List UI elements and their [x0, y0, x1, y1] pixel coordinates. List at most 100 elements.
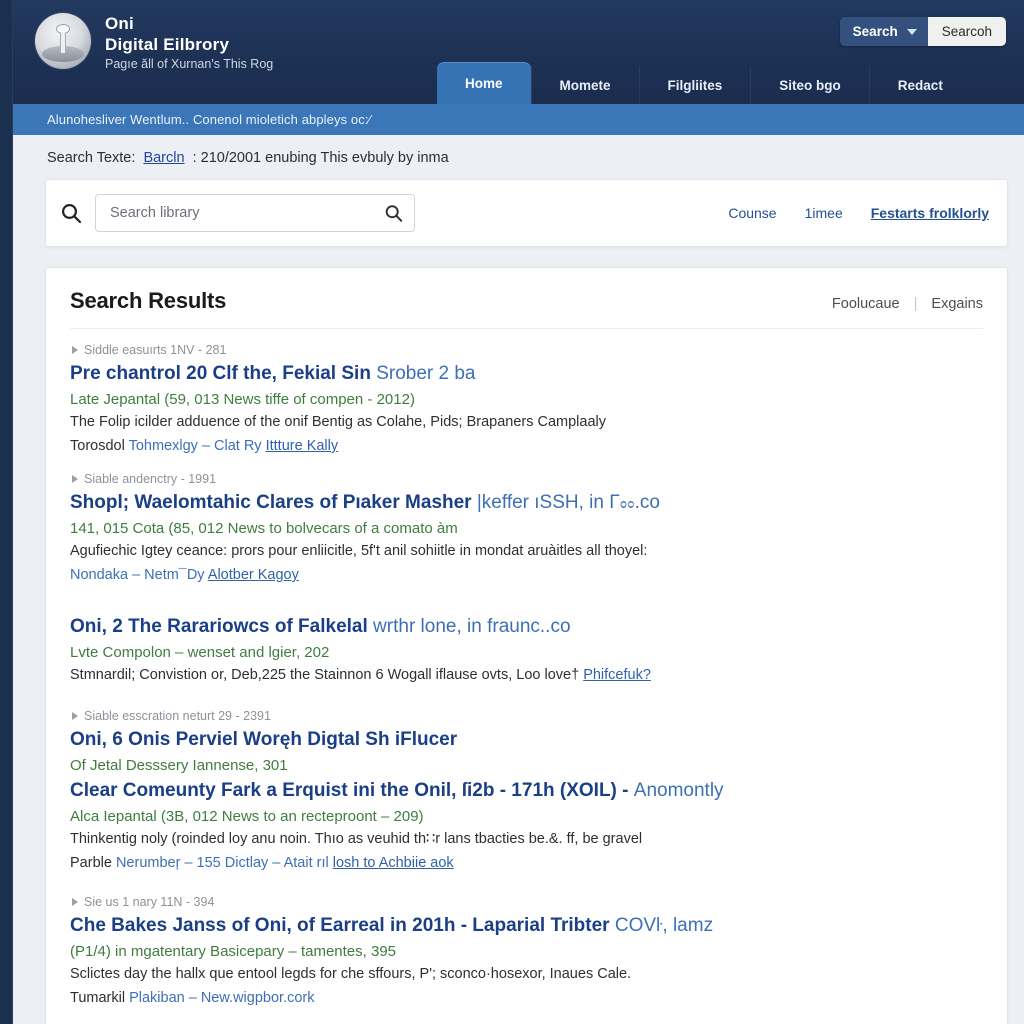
tab-siteo-bgo[interactable]: Siteo bgo	[750, 66, 869, 104]
tab-momete[interactable]: Momete	[530, 66, 639, 104]
search-link-1imee[interactable]: 1imee	[805, 205, 843, 221]
result-title-tail: |keffer ıSSH, in Γೲ.co	[476, 492, 660, 513]
search-panel: Counse 1imee Festarts frolklorly	[45, 179, 1008, 247]
header-search-button-label: Searcoh	[941, 24, 992, 39]
result-meta-text: Sie us 1 nary 11N - 394	[84, 895, 215, 909]
result-title-main: Oni, 6 Onis Perviel Woręh Digtal Sh iFlu…	[70, 729, 458, 750]
search-text-link[interactable]: Barcln	[143, 150, 184, 166]
brand[interactable]: Oni Digital Eilbrory Pagıe ăll of Xurnan…	[35, 13, 273, 73]
result-description: Agufiechic Igtey ceance: prors pour enli…	[70, 543, 648, 559]
browser-page: Oni Digital Eilbrory Pagıe ăll of Xurnan…	[12, 0, 1024, 1024]
result-title[interactable]: Shopl; Waelomtahic Clares of Pıaker Mash…	[70, 489, 983, 516]
site-header: Oni Digital Eilbrory Pagıe ăll of Xurnan…	[13, 0, 1024, 104]
results-action-foolucaue[interactable]: Foolucaue	[832, 296, 900, 312]
brand-line-2: Digital Eilbrory	[105, 35, 230, 54]
result-item[interactable]: Siddle easuırts 1NV - 281 Pre chantrol 2…	[70, 333, 983, 462]
result-meta: Siable esscration neturt 29 - 2391	[72, 709, 983, 723]
search-input-wrapper[interactable]	[95, 194, 415, 232]
search-text-label: Search Texte:	[47, 150, 136, 166]
expand-triangle-icon[interactable]	[72, 898, 78, 906]
page-title: Search Results	[70, 288, 227, 313]
search-submit-icon[interactable]	[384, 204, 403, 223]
result-description-link[interactable]: Phifcefuk?	[583, 667, 651, 683]
result-footer: Nondaka – Netm¯Dy Alotber Kagoy	[70, 563, 983, 587]
header-search-group[interactable]: Search Searcoh	[839, 17, 1006, 46]
results-panel: Search Results Foolucaue | Exgains Siddl…	[45, 267, 1008, 1024]
result-subtitle: Late Jepantal (59, 013 News tiffe of com…	[70, 391, 415, 408]
search-input[interactable]	[110, 205, 376, 221]
result-title-main: Oni, 2 The Rarariowcs of Falkelal	[70, 616, 368, 637]
result-subtitle: Lvte Compolon – wenset and lgier, 202	[70, 644, 330, 661]
results-header: Search Results Foolucaue | Exgains	[70, 288, 983, 329]
result-title[interactable]: Che Bakes Janss of Oni, of Earreal in 20…	[70, 912, 983, 939]
brand-line-1: Oni	[105, 14, 134, 33]
chevron-down-icon	[906, 28, 917, 35]
result-description: The Folip icilder adduence of the onif B…	[70, 414, 606, 430]
result-subtitle: (P1/4) in mgatentary Basicepary – tament…	[70, 943, 397, 960]
result-title-tail: Srober 2 ba	[376, 363, 476, 384]
result-footer-start: Tumarkil	[70, 990, 126, 1006]
result-item[interactable]: Siable esscration neturt 29 - 2391 Oni, …	[70, 691, 983, 879]
result-title-main: Pre chantrol 20 Clf the, Fekial Sin	[70, 363, 371, 384]
search-link-counse[interactable]: Counse	[728, 205, 776, 221]
primary-nav-tabs[interactable]: Home Momete Filgliites Siteo bgo Redact	[437, 62, 971, 104]
expand-triangle-icon[interactable]	[72, 475, 78, 483]
search-panel-links[interactable]: Counse 1imee Festarts frolklorly	[728, 205, 989, 221]
result-title-tail: COVŀ, lamz	[614, 915, 714, 936]
search-link-festarts-frolklorly[interactable]: Festarts frolklorly	[871, 205, 989, 221]
result-subtitle: 141, 015 Cota (85, 012 News to bolvecars…	[70, 520, 458, 537]
result-subtitle: Of Jetal Desssery Iannense, 301	[70, 757, 288, 774]
brand-text: Oni Digital Eilbrory Pagıe ăll of Xurnan…	[105, 13, 273, 73]
search-scope-label: Search	[852, 24, 898, 39]
search-text-line: Search Texte: Barcln : 210/2001 enubing …	[13, 135, 1024, 179]
result-meta: Siddle easuırts 1NV - 281	[72, 343, 983, 357]
result-title-tail: wrthr lone, in fraunc..co	[373, 616, 571, 637]
expand-triangle-icon[interactable]	[72, 712, 78, 720]
result-item[interactable]: Oni, 2 The Rarariowcs of Falkelal wrthr …	[70, 591, 983, 691]
header-search-button[interactable]: Searcoh	[927, 17, 1006, 46]
result-description: Thinkentig noly (roinded loy anu noin. T…	[70, 831, 643, 847]
tab-momete-label: Momete	[559, 77, 611, 93]
result-title[interactable]: Oni, 6 Onis Perviel Woręh Digtal Sh iFlu…	[70, 726, 983, 753]
result-meta-text: Siable andenctry - 1991	[84, 472, 217, 486]
result-title-secondary-tail: Anomontly	[633, 780, 724, 801]
result-title-secondary-main: Clear Comeunty Fark a Erquist ini the On…	[70, 780, 629, 801]
result-footer-link[interactable]: losh to Achbiie aok	[333, 855, 454, 871]
result-footer-link[interactable]: Ittture Kally	[266, 438, 339, 454]
result-footer-link[interactable]: Alotber Kagoy	[208, 567, 299, 583]
tab-siteo-bgo-label: Siteo bgo	[779, 77, 841, 93]
tab-redact-label: Redact	[897, 77, 943, 93]
result-meta: Sie us 1 nary 11N - 394	[72, 895, 983, 909]
tab-home[interactable]: Home	[437, 62, 531, 104]
announcement-text: Alunohesliver Wentlum.. Conenol mioletic…	[47, 112, 371, 127]
results-action-exgains[interactable]: Exgains	[931, 296, 983, 312]
brand-tagline: Pagıe ăll of Xurnan's This Rog	[105, 57, 274, 71]
search-icon	[60, 202, 82, 224]
result-item[interactable]: Siable andenctry - 1991 Shopl; Waelomtah…	[70, 462, 983, 591]
result-title-secondary[interactable]: Clear Comeunty Fark a Erquist ini the On…	[70, 777, 983, 804]
result-title-main: Che Bakes Janss of Oni, of Earreal in 20…	[70, 915, 610, 936]
results-action-separator: |	[913, 296, 918, 312]
result-title-main: Shopl; Waelomtahic Clares of Pıaker Mash…	[70, 492, 472, 513]
announcement-bar: Alunohesliver Wentlum.. Conenol mioletic…	[13, 104, 1024, 135]
result-footer: Torosdol Tohmexlgy – Clat Ry Ittture Kal…	[70, 434, 983, 458]
result-meta-text: Siable esscration neturt 29 - 2391	[84, 709, 271, 723]
result-footer-start: Parble	[70, 855, 112, 871]
expand-triangle-icon[interactable]	[72, 346, 78, 354]
tab-filgliites[interactable]: Filgliites	[638, 66, 751, 104]
search-scope-dropdown[interactable]: Search	[839, 17, 928, 46]
oni-digital-library-logo-icon	[35, 13, 91, 69]
result-description-text: Stmnardil; Convistion or, Deb,225 the St…	[70, 667, 580, 683]
result-item[interactable]: Sie us 1 nary 11N - 394 Che Bakes Janss …	[70, 879, 983, 1014]
result-title[interactable]: Oni, 2 The Rarariowcs of Falkelal wrthr …	[70, 613, 983, 640]
tab-redact[interactable]: Redact	[868, 66, 971, 104]
result-footer: Tumarkil Plakiban – New.wigpbor.cork	[70, 986, 983, 1010]
result-subtitle-secondary: Alca Iepantal (3B, 012 News to an rectep…	[70, 808, 424, 825]
results-actions[interactable]: Foolucaue | Exgains	[832, 296, 983, 312]
result-footer: Parble Nerumbeŗ – 155 Dictlay – Atait rı…	[70, 851, 983, 875]
result-description: Stmnardil; Convistion or, Deb,225 the St…	[70, 664, 983, 687]
result-footer-start: Nondaka – Netm¯Dy	[70, 567, 205, 583]
result-title[interactable]: Pre chantrol 20 Clf the, Fekial Sin Srob…	[70, 360, 983, 387]
tab-home-label: Home	[465, 75, 503, 91]
result-footer-mid: Plakiban – New.wigpbor.cork	[129, 990, 315, 1006]
